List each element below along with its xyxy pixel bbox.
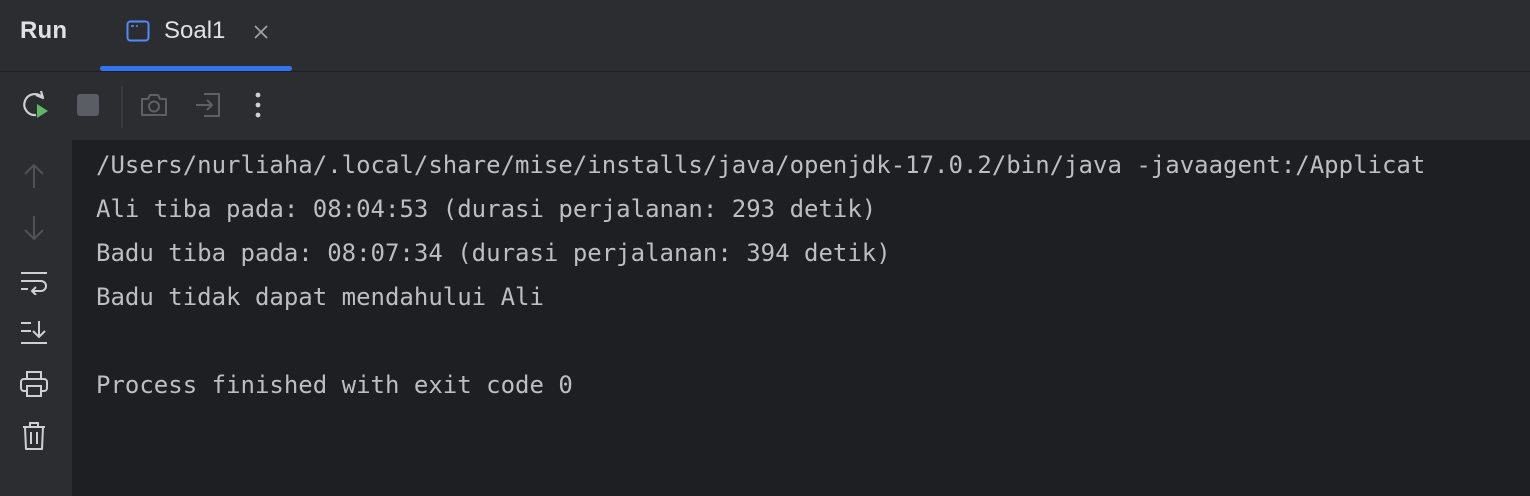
console-output[interactable]: /Users/nurliaha/.local/share/mise/instal… — [72, 140, 1530, 496]
console-window-icon — [126, 20, 150, 42]
console-line: /Users/nurliaha/.local/share/mise/instal… — [96, 151, 1426, 179]
arrow-up-icon — [22, 162, 46, 195]
clear-all-button[interactable] — [16, 420, 52, 456]
stop-icon — [75, 92, 101, 123]
print-button[interactable] — [16, 368, 52, 404]
toolbar-separator — [121, 86, 123, 128]
soft-wrap-icon — [19, 269, 49, 300]
close-icon[interactable] — [250, 21, 272, 43]
rerun-button[interactable] — [18, 90, 52, 124]
screenshot-button[interactable] — [137, 90, 171, 124]
arrow-down-icon — [22, 214, 46, 247]
run-toolbar — [0, 72, 1530, 140]
soft-wrap-button[interactable] — [16, 266, 52, 302]
exit-icon — [194, 91, 222, 124]
run-header: Run Soal1 — [0, 0, 1530, 72]
up-arrow-button[interactable] — [16, 160, 52, 196]
console-line: Badu tiba pada: 08:07:34 (durasi perjala… — [96, 239, 891, 267]
more-options-button[interactable] — [241, 90, 275, 124]
active-tab-indicator — [100, 66, 292, 71]
more-vertical-icon — [254, 91, 262, 124]
rerun-icon — [19, 88, 51, 127]
console-line: Ali tiba pada: 08:04:53 (durasi perjalan… — [96, 195, 877, 223]
scroll-to-end-icon — [19, 319, 49, 350]
trash-icon — [21, 421, 47, 456]
scroll-to-end-button[interactable] — [16, 316, 52, 352]
stop-button[interactable] — [71, 90, 105, 124]
printer-icon — [19, 370, 49, 403]
console-side-toolbar — [0, 140, 72, 496]
console-line: Process finished with exit code 0 — [96, 371, 573, 399]
camera-icon — [139, 92, 169, 123]
down-arrow-button[interactable] — [16, 212, 52, 248]
tab-label: Soal1 — [164, 17, 226, 44]
tab-soal1[interactable]: Soal1 — [100, 0, 292, 71]
restore-layout-button[interactable] — [191, 90, 225, 124]
run-title: Run — [20, 17, 68, 44]
console-line: Badu tidak dapat mendahului Ali — [96, 283, 544, 311]
run-tool-window: Run Soal1 /Users/nurliaha/.local/share/m… — [0, 0, 1530, 496]
